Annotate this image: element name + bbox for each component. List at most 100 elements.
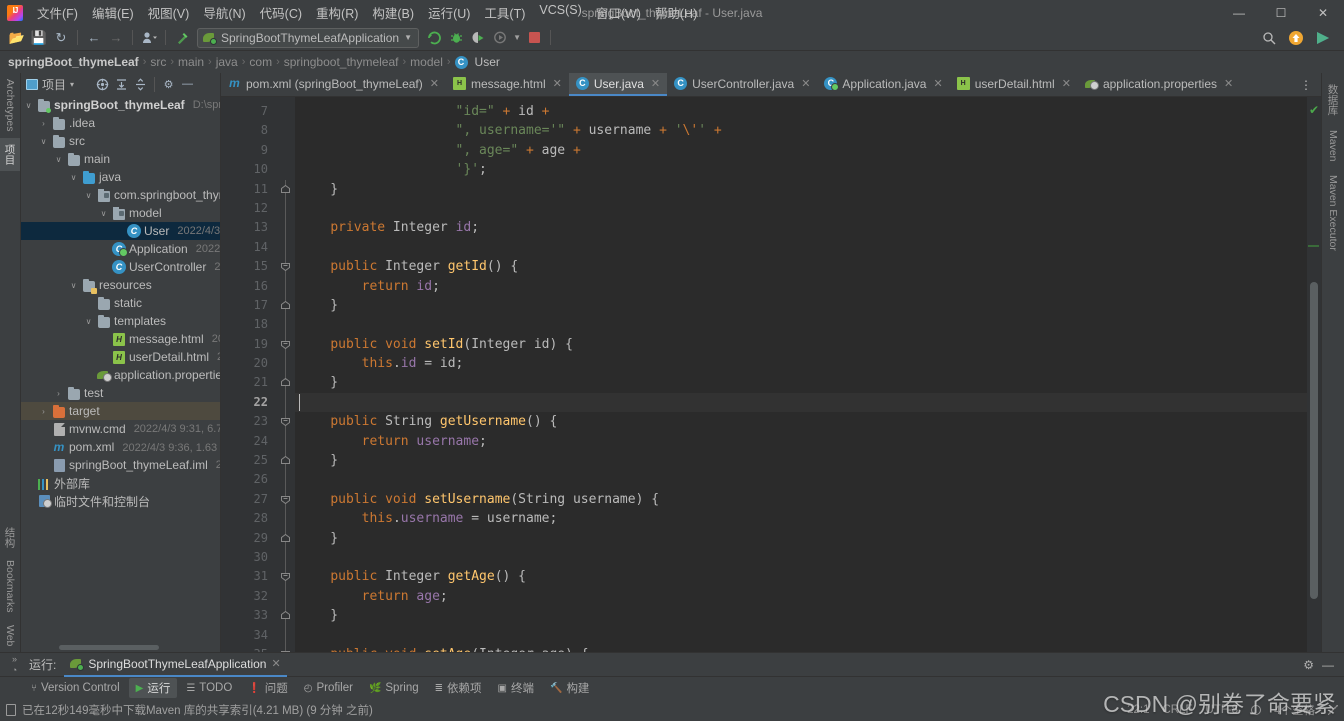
line-number[interactable]: 20 bbox=[221, 354, 277, 373]
collapse-all-icon[interactable] bbox=[132, 76, 149, 93]
fold-marker[interactable] bbox=[277, 606, 295, 626]
code-line[interactable]: public void setAge(Integer age) { bbox=[295, 645, 1307, 652]
fold-marker[interactable] bbox=[277, 237, 295, 258]
editor-scrollbar[interactable]: ✔ bbox=[1307, 97, 1321, 652]
save-all-icon[interactable]: 💾 bbox=[28, 28, 50, 48]
code-line[interactable] bbox=[295, 470, 1307, 489]
tree-node-static[interactable]: static bbox=[21, 294, 220, 312]
line-number[interactable]: 11 bbox=[221, 180, 277, 199]
code-line[interactable]: } bbox=[295, 451, 1307, 470]
code-line[interactable]: public void setUsername(String username)… bbox=[295, 490, 1307, 509]
chevron-right-icon[interactable]: › bbox=[38, 407, 49, 416]
editor-tab-application.java[interactable]: C Application.java ✕ bbox=[817, 73, 949, 96]
close-icon[interactable]: ✕ bbox=[430, 77, 439, 90]
fold-marker[interactable] bbox=[277, 334, 295, 355]
rail-tab-web[interactable]: Web bbox=[0, 619, 20, 652]
rail-tab-bookmarks[interactable]: Bookmarks bbox=[0, 554, 20, 619]
line-number[interactable]: 19 bbox=[221, 335, 277, 354]
code-line[interactable]: } bbox=[295, 606, 1307, 625]
fold-marker[interactable] bbox=[277, 431, 295, 452]
run-with-coverage-icon[interactable] bbox=[467, 28, 489, 48]
line-number[interactable]: 18 bbox=[221, 315, 277, 334]
code-folding-gutter[interactable] bbox=[277, 97, 295, 652]
right-rail-tab-maven-executor[interactable]: Maven Executor bbox=[1325, 168, 1341, 258]
fold-marker[interactable] bbox=[277, 295, 295, 316]
line-number[interactable]: 16 bbox=[221, 277, 277, 296]
tool-window-button-profiler[interactable]: ◴ Profiler bbox=[297, 680, 360, 696]
rail-tab-archetypes[interactable]: Archetypes bbox=[0, 73, 20, 138]
code-line[interactable]: return age; bbox=[295, 587, 1307, 606]
code-line[interactable]: } bbox=[295, 296, 1307, 315]
run-more-chevron-icon[interactable]: ▼ bbox=[511, 28, 523, 48]
code-line[interactable] bbox=[295, 315, 1307, 334]
tree-node-resources[interactable]: ∨ resources bbox=[21, 276, 220, 294]
line-number[interactable]: 31 bbox=[221, 567, 277, 586]
fold-marker[interactable] bbox=[277, 354, 295, 374]
tree-node---------[interactable]: 临时文件和控制台 bbox=[21, 492, 220, 510]
tool-window-button-version-control[interactable]: ⑂ Version Control bbox=[24, 680, 127, 696]
maximize-button[interactable]: ☐ bbox=[1260, 0, 1302, 25]
chevron-down-icon[interactable]: ∨ bbox=[23, 101, 34, 110]
fold-marker[interactable] bbox=[277, 451, 295, 471]
code-editor[interactable]: 7 8 9 10 11 12 13 14 15 16 17 18 19 20 21 22 23 24 25 26 27 2… bbox=[221, 97, 1321, 652]
resize-grip-icon[interactable] bbox=[1328, 705, 1338, 715]
code-line[interactable]: return id; bbox=[295, 277, 1307, 296]
breadcrumb-current-class[interactable]: User bbox=[475, 55, 500, 69]
breadcrumb-item-2[interactable]: java bbox=[216, 55, 238, 69]
code-line[interactable]: public String getUsername() { bbox=[295, 412, 1307, 431]
navigate-back-icon[interactable]: ← bbox=[83, 28, 105, 48]
menu-item-8[interactable]: 工具(T) bbox=[477, 0, 532, 25]
line-number[interactable]: 10 bbox=[221, 160, 277, 179]
line-number[interactable]: 35 bbox=[221, 645, 277, 652]
code-line[interactable]: this.id = id; bbox=[295, 354, 1307, 373]
tree-node-user[interactable]: CUser 2022/4/3 10:2 bbox=[21, 222, 220, 240]
run-configuration-selector[interactable]: SpringBootThymeLeafApplication ▼ bbox=[197, 27, 420, 48]
rail-tab-结构[interactable]: 结构 bbox=[0, 521, 20, 554]
line-number[interactable]: 24 bbox=[221, 432, 277, 451]
tree-node-pom.xml[interactable]: m pom.xml 2022/4/3 9:36, 1.63 kB 29 分 bbox=[21, 438, 220, 456]
menu-item-7[interactable]: 运行(U) bbox=[421, 0, 477, 25]
code-line[interactable]: } bbox=[295, 373, 1307, 392]
tool-window-button-运行[interactable]: ▶ 运行 bbox=[128, 678, 178, 698]
tree-node-java[interactable]: ∨ java bbox=[21, 168, 220, 186]
profile-icon[interactable] bbox=[138, 28, 160, 48]
code-line[interactable] bbox=[295, 392, 1307, 413]
open-project-icon[interactable]: 📂 bbox=[6, 28, 28, 48]
fold-marker[interactable] bbox=[277, 489, 295, 510]
code-line[interactable]: } bbox=[295, 180, 1307, 199]
project-settings-gear-icon[interactable]: ⚙ bbox=[160, 76, 177, 93]
fold-marker[interactable] bbox=[277, 315, 295, 335]
fold-marker[interactable] bbox=[277, 528, 295, 548]
code-line[interactable] bbox=[295, 199, 1307, 218]
fold-marker[interactable] bbox=[277, 412, 295, 432]
menu-item-0[interactable]: 文件(F) bbox=[30, 0, 85, 25]
lock-icon[interactable] bbox=[1251, 705, 1262, 715]
line-number[interactable]: 32 bbox=[221, 587, 277, 606]
code-line[interactable] bbox=[295, 548, 1307, 567]
tool-window-button-todo[interactable]: ☰ TODO bbox=[179, 680, 239, 696]
line-number[interactable]: 12 bbox=[221, 199, 277, 218]
editor-tab-pom.xml[interactable]: m pom.xml (springBoot_thymeLeaf) ✕ bbox=[221, 73, 446, 96]
line-number[interactable]: 22 bbox=[221, 393, 277, 412]
line-number[interactable]: 30 bbox=[221, 548, 277, 567]
run-anything-icon[interactable] bbox=[1312, 28, 1334, 48]
clock-icon[interactable]: ◔ bbox=[12, 665, 17, 675]
chevron-down-icon[interactable]: ∨ bbox=[38, 137, 49, 146]
fold-marker[interactable] bbox=[277, 567, 295, 587]
code-line[interactable]: public void setId(Integer id) { bbox=[295, 335, 1307, 354]
chevron-right-icon[interactable]: › bbox=[53, 389, 64, 398]
tool-window-button-构建[interactable]: 🔨 构建 bbox=[543, 678, 596, 698]
close-icon[interactable]: ✕ bbox=[553, 77, 562, 90]
menu-item-9[interactable]: VCS(S) bbox=[532, 0, 588, 25]
fold-marker[interactable] bbox=[277, 198, 295, 219]
run-tab-springboot-application[interactable]: SpringBootThymeLeafApplication ✕ bbox=[64, 653, 287, 677]
line-number[interactable]: 23 bbox=[221, 412, 277, 431]
editor-tab-user.java[interactable]: C User.java ✕ bbox=[568, 73, 668, 96]
scrollbar-thumb[interactable] bbox=[1310, 282, 1318, 599]
line-number[interactable]: 25 bbox=[221, 451, 277, 470]
menu-item-1[interactable]: 编辑(E) bbox=[85, 0, 141, 25]
code-line[interactable]: '}'; bbox=[295, 160, 1307, 179]
menu-item-5[interactable]: 重构(R) bbox=[309, 0, 365, 25]
line-number[interactable]: 34 bbox=[221, 626, 277, 645]
line-number[interactable]: 29 bbox=[221, 529, 277, 548]
